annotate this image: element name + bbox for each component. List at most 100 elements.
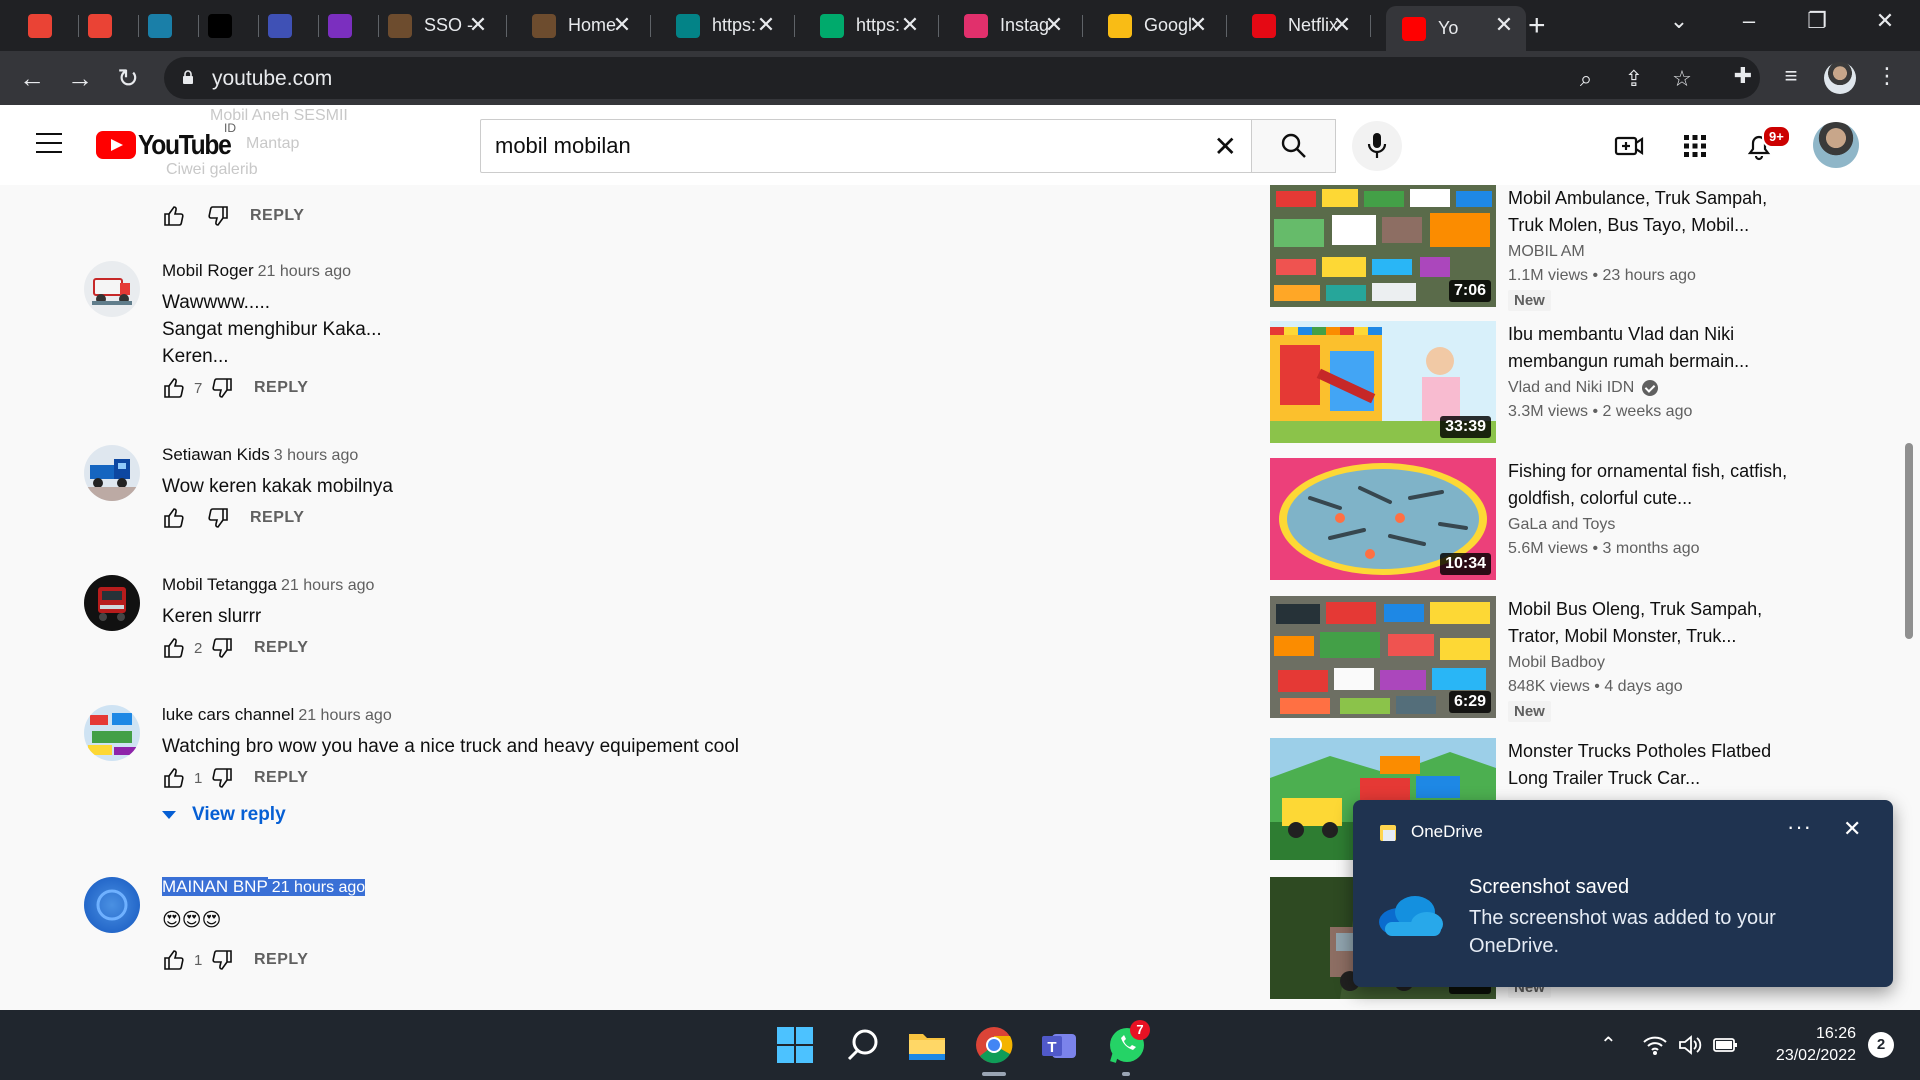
channel-name-text[interactable]: Vlad and Niki IDN	[1508, 379, 1634, 397]
media-control-icon[interactable]: ≡	[1776, 63, 1806, 89]
dislike-icon[interactable]	[206, 506, 230, 530]
search-icon[interactable]	[842, 1024, 884, 1066]
browser-menu-icon[interactable]: ⋮	[1872, 63, 1902, 89]
tab-close-icon[interactable]: ✕	[1330, 12, 1354, 38]
lock-icon[interactable]	[182, 70, 194, 84]
reply-button[interactable]: REPLY	[254, 769, 308, 787]
comment-time[interactable]: 21 hours ago	[281, 577, 374, 594]
comment-author[interactable]: Mobil Roger	[162, 261, 254, 280]
avatar[interactable]	[84, 877, 140, 933]
tab-close-icon[interactable]: ✕	[1042, 12, 1066, 38]
comment-time[interactable]: 21 hours ago	[298, 707, 391, 724]
channel-name-text[interactable]: Mobil Badboy	[1508, 654, 1605, 672]
search-input[interactable]	[495, 130, 1175, 162]
browser-tab[interactable]	[82, 6, 132, 45]
recommended-video[interactable]: 10:34 Fishing for ornamental fish, catfi…	[1270, 458, 1800, 586]
tab-search-icon[interactable]: ⌄	[1656, 8, 1702, 34]
youtube-logo[interactable]: YouTube ID	[96, 121, 243, 161]
forward-button[interactable]: →	[64, 62, 96, 94]
dislike-icon[interactable]	[210, 636, 234, 660]
browser-tab[interactable]: Netflix ✕	[1246, 6, 1364, 45]
chrome-icon[interactable]	[973, 1024, 1015, 1066]
toast-close-icon[interactable]: ✕	[1843, 816, 1861, 842]
browser-tab[interactable]: Instag ✕	[958, 6, 1076, 45]
video-thumbnail[interactable]: 33:39	[1270, 321, 1496, 443]
dislike-icon[interactable]	[210, 948, 234, 972]
dislike-icon[interactable]	[210, 376, 234, 400]
profile-avatar[interactable]	[1824, 62, 1856, 94]
browser-tab[interactable]: Googl ✕	[1102, 6, 1220, 45]
create-video-icon[interactable]	[1614, 131, 1644, 161]
wifi-icon[interactable]	[1642, 1034, 1668, 1056]
dislike-icon[interactable]	[210, 766, 234, 790]
recommended-video[interactable]: 33:39 Ibu membantu Vlad dan Niki membang…	[1270, 321, 1800, 449]
battery-icon[interactable]	[1712, 1034, 1740, 1056]
video-title[interactable]: Fishing for ornamental fish, catfish, go…	[1508, 458, 1798, 512]
tab-close-icon[interactable]: ✕	[1492, 12, 1516, 38]
browser-tab[interactable]: Yo ✕	[1386, 6, 1526, 51]
browser-tab[interactable]	[202, 6, 252, 45]
comment-time[interactable]: 3 hours ago	[274, 447, 359, 464]
tab-close-icon[interactable]: ✕	[610, 12, 634, 38]
file-explorer-icon[interactable]	[906, 1024, 948, 1066]
toast-more-icon[interactable]: ···	[1787, 814, 1812, 840]
restore-button[interactable]: ❐	[1794, 8, 1840, 34]
account-avatar[interactable]	[1813, 122, 1859, 168]
view-reply-button[interactable]: View reply	[162, 804, 286, 826]
notification-center-badge[interactable]: 2	[1868, 1032, 1894, 1058]
channel-name[interactable]: GaLa and Toys	[1508, 516, 1798, 534]
like-icon[interactable]	[162, 766, 186, 790]
reply-button[interactable]: REPLY	[254, 639, 308, 657]
channel-name[interactable]: MOBIL AM	[1508, 243, 1798, 261]
comment-author[interactable]: MAINAN BNP	[162, 877, 268, 896]
like-icon[interactable]	[162, 376, 186, 400]
channel-name-text[interactable]: MOBIL AM	[1508, 243, 1585, 261]
video-title[interactable]: Ibu membantu Vlad dan Niki membangun rum…	[1508, 321, 1798, 375]
page-scrollbar[interactable]	[1903, 185, 1915, 1010]
clear-search-icon[interactable]: ✕	[1214, 130, 1237, 163]
browser-tab[interactable]: SSO - ✕	[382, 6, 500, 45]
tab-close-icon[interactable]: ✕	[466, 12, 490, 38]
volume-icon[interactable]	[1678, 1034, 1702, 1056]
like-icon[interactable]	[162, 204, 186, 228]
video-thumbnail[interactable]: 10:34	[1270, 458, 1496, 580]
browser-tab[interactable]: https: ✕	[670, 6, 788, 45]
onedrive-notification[interactable]: OneDrive ··· ✕ Screenshot saved The scre…	[1353, 800, 1893, 987]
teams-icon[interactable]: T	[1038, 1024, 1080, 1066]
comment-time[interactable]: 21 hours ago	[258, 263, 351, 280]
browser-tab[interactable]	[142, 6, 192, 45]
search-box[interactable]: ✕	[480, 119, 1252, 173]
video-thumbnail[interactable]: 6:29	[1270, 596, 1496, 718]
like-icon[interactable]	[162, 948, 186, 972]
system-clock[interactable]: 16:26 23/02/2022	[1756, 1023, 1856, 1067]
search-button[interactable]	[1252, 119, 1336, 173]
video-title[interactable]: Mobil Bus Oleng, Truk Sampah, Trator, Mo…	[1508, 596, 1798, 650]
channel-name-text[interactable]: GaLa and Toys	[1508, 516, 1615, 534]
channel-name[interactable]: Mobil Badboy	[1508, 654, 1798, 672]
tab-close-icon[interactable]: ✕	[1186, 12, 1210, 38]
video-title[interactable]: Mobil Ambulance, Truk Sampah, Truk Molen…	[1508, 185, 1798, 239]
browser-tab[interactable]: https: ✕	[814, 6, 932, 45]
comment-author[interactable]: Setiawan Kids	[162, 445, 270, 464]
reply-button[interactable]: REPLY	[254, 951, 308, 969]
like-icon[interactable]	[162, 506, 186, 530]
avatar[interactable]	[84, 261, 140, 317]
channel-name[interactable]: Vlad and Niki IDN	[1508, 379, 1798, 397]
avatar[interactable]	[84, 705, 140, 761]
avatar[interactable]	[84, 445, 140, 501]
browser-tab[interactable]	[22, 6, 72, 45]
dislike-icon[interactable]	[206, 204, 230, 228]
address-bar[interactable]: youtube.com ⌕ ⇪ ☆	[164, 57, 1760, 99]
browser-tab[interactable]	[322, 6, 372, 45]
minimize-button[interactable]: –	[1726, 8, 1772, 34]
reload-button[interactable]: ↻	[112, 62, 144, 94]
avatar[interactable]	[84, 575, 140, 631]
tray-overflow-icon[interactable]: ⌃	[1600, 1032, 1617, 1057]
extensions-icon[interactable]: ✚	[1728, 63, 1758, 89]
windows-start-icon[interactable]	[774, 1024, 816, 1066]
tab-close-icon[interactable]: ✕	[898, 12, 922, 38]
comment-time[interactable]: 21 hours ago	[267, 879, 366, 896]
url-text[interactable]: youtube.com	[212, 67, 332, 91]
voice-search-button[interactable]	[1352, 121, 1402, 171]
comment-author[interactable]: Mobil Tetangga	[162, 575, 277, 594]
